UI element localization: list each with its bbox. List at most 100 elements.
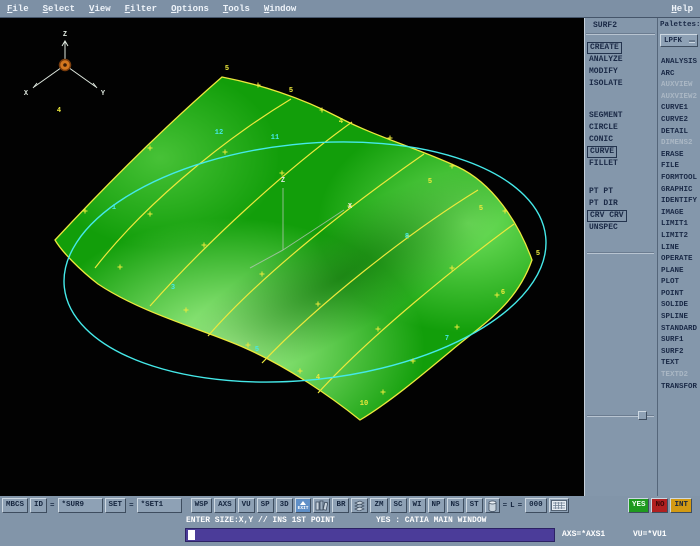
surf2-panel-item[interactable]: CREATE [587,42,622,54]
menu-items: FileSelectViewFilterOptionsToolsWindow [0,4,303,14]
yes-button[interactable]: YES [628,498,650,513]
mode-button[interactable]: 3D [276,498,293,513]
layer-label: L [510,502,515,510]
exit-button[interactable]: EXIT [295,498,312,513]
command-input[interactable] [185,528,555,542]
3d-viewport[interactable]: 45545556410121113857ZXZXY [0,18,584,496]
panel-divider [586,33,655,35]
palette-item[interactable]: GRAPHIC [658,185,700,197]
id-button[interactable]: ID [30,498,47,513]
menu-item-help[interactable]: Help [664,4,700,14]
palette-item[interactable]: PLOT [658,277,700,289]
mode-button[interactable]: WSP [191,498,213,513]
view-button[interactable]: ST [466,498,483,513]
menu-item[interactable]: View [82,4,118,14]
surf2-panel-item[interactable]: CIRCLE [585,122,657,134]
current-set-field[interactable]: *SET1 [137,498,182,513]
palette-item[interactable]: TEXT [658,358,700,370]
palette-item[interactable]: IMAGE [658,208,700,220]
menu-item[interactable]: Window [257,4,303,14]
mbcs-button[interactable]: MBCS [2,498,28,513]
current-set-id-field[interactable]: *SUR9 [58,498,103,513]
palette-item[interactable]: ARC [658,69,700,81]
palette-item[interactable]: TEXTD2 [658,370,700,382]
palette-item[interactable]: FORMTOOL [658,173,700,185]
palette-item[interactable]: CURVE1 [658,103,700,115]
keyboard-icon [551,500,567,511]
palette-books-button[interactable] [313,498,330,513]
view-button[interactable]: SC [390,498,407,513]
mode-button[interactable]: SP [257,498,274,513]
palette-item[interactable]: STANDARD [658,324,700,336]
panel-resize-grip[interactable] [638,411,647,420]
palette-item[interactable]: SURF2 [658,347,700,359]
surf2-action-group: CREATEANALYZEMODIFYISOLATE [585,42,657,90]
surf2-panel-item[interactable]: PT PT [585,186,657,198]
palette-item[interactable]: DETAIL [658,127,700,139]
equals-label: = [128,502,135,510]
menu-item[interactable]: Options [164,4,216,14]
svg-text:4: 4 [57,107,61,115]
palette-item[interactable]: AUXVIEW2 [658,92,700,104]
surf2-panel-item[interactable]: CRV CRV [587,210,627,222]
surf2-panel-item[interactable]: MODIFY [585,66,657,78]
surf2-panel-item[interactable]: CONIC [585,134,657,146]
svg-text:11: 11 [271,134,279,142]
palette-item[interactable]: FILE [658,161,700,173]
menu-item[interactable]: Tools [216,4,257,14]
palette-item[interactable]: PLANE [658,266,700,278]
surf2-panel-item[interactable]: ISOLATE [585,78,657,90]
layers-button[interactable] [351,498,368,513]
surf2-panel-item[interactable]: UNSPEC [585,222,657,234]
palette-item[interactable]: POINT [658,289,700,301]
keyboard-button[interactable] [549,498,569,513]
surf2-function-panel: SURF2 CREATEANALYZEMODIFYISOLATE SEGMENT… [584,18,657,496]
palette-item[interactable]: SPLINE [658,312,700,324]
menu-item[interactable]: Filter [118,4,164,14]
palette-item[interactable]: CURVE2 [658,115,700,127]
palette-item[interactable]: TRANSFOR [658,382,700,394]
palette-dropdown[interactable]: LPFK [660,34,698,47]
set-button[interactable]: SET [105,498,127,513]
palettes-title: Palettes: [660,21,700,29]
no-button[interactable]: NO [651,498,668,513]
mode-button[interactable]: AXS [214,498,236,513]
palette-item[interactable]: LINE [658,243,700,255]
text-cursor [188,530,195,540]
menu-item[interactable]: Select [36,4,82,14]
surf2-panel-item[interactable]: ANALYZE [585,54,657,66]
palette-item[interactable]: ERASE [658,150,700,162]
palette-item[interactable]: SURF1 [658,335,700,347]
palette-item[interactable]: AUXVIEW [658,80,700,92]
br-button[interactable]: BR [332,498,349,513]
surf2-panel-item[interactable]: FILLET [585,158,657,170]
svg-text:3: 3 [171,284,175,292]
palette-item[interactable]: LIMIT2 [658,231,700,243]
palette-item[interactable]: DIMENS2 [658,138,700,150]
exit-icon [300,501,306,505]
surf2-panel-item[interactable]: PT DIR [585,198,657,210]
surf2-panel-item[interactable]: SEGMENT [585,110,657,122]
int-button[interactable]: INT [670,498,692,513]
svg-text:X: X [24,90,29,98]
menu-item[interactable]: File [0,4,36,14]
surface-canvas[interactable]: 45545556410121113857ZXZXY [0,18,584,496]
palette-item[interactable]: IDENTIFY [658,196,700,208]
surf2-panel-title: SURF2 [585,21,657,30]
view-button[interactable]: ZM [370,498,387,513]
layers-icon [353,500,366,511]
palette-item[interactable]: ANALYSIS [658,57,700,69]
palette-item[interactable]: SOLIDE [658,300,700,312]
svg-text:1: 1 [112,204,116,212]
layer-value-field[interactable]: 000 [525,498,547,513]
panel-divider [587,415,654,417]
erase-bin-button[interactable] [485,498,500,513]
bottom-toolbar: MBCS ID = *SUR9 SET = *SET1 WSPAXSVUSP3D… [0,496,700,515]
view-button[interactable]: NS [447,498,464,513]
palette-item[interactable]: LIMIT1 [658,219,700,231]
view-button[interactable]: NP [428,498,445,513]
mode-button[interactable]: VU [238,498,255,513]
surf2-panel-item[interactable]: CURVE [587,146,617,158]
palette-item[interactable]: OPERATE [658,254,700,266]
view-button[interactable]: WI [409,498,426,513]
